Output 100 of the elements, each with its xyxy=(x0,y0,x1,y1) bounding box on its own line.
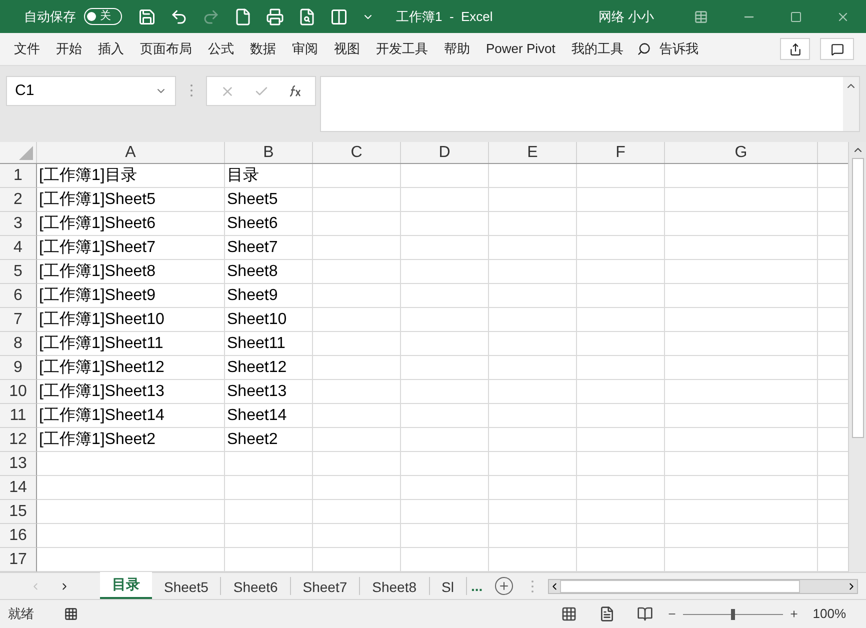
menu-tab[interactable]: 数据 xyxy=(242,36,284,62)
table-cell[interactable] xyxy=(401,380,489,404)
grip-icon[interactable] xyxy=(190,84,192,97)
table-cell[interactable] xyxy=(489,500,577,524)
sheet-tab[interactable]: Sheet8 xyxy=(360,577,430,595)
column-header[interactable]: F xyxy=(577,142,665,163)
table-cell[interactable] xyxy=(313,212,401,236)
menu-tab[interactable]: 文件 xyxy=(6,36,48,62)
table-cell[interactable] xyxy=(489,164,577,188)
table-cell[interactable]: [工作簿1]Sheet11 xyxy=(37,332,225,356)
table-cell[interactable]: Sheet5 xyxy=(225,188,313,212)
scrollbar-thumb[interactable] xyxy=(852,158,864,438)
menu-tab[interactable]: 插入 xyxy=(90,36,132,62)
share-button[interactable] xyxy=(780,38,810,60)
table-cell[interactable] xyxy=(401,524,489,548)
tell-me-button[interactable]: 告诉我 xyxy=(659,39,698,59)
table-cell[interactable] xyxy=(489,284,577,308)
table-cell[interactable] xyxy=(577,404,665,428)
table-cell[interactable] xyxy=(489,524,577,548)
table-cell[interactable] xyxy=(225,452,313,476)
table-cell[interactable] xyxy=(313,236,401,260)
page-break-icon[interactable] xyxy=(636,606,653,622)
macro-record-icon[interactable] xyxy=(64,607,78,621)
table-cell[interactable]: [工作簿1]Sheet7 xyxy=(37,236,225,260)
menu-tab[interactable]: 审阅 xyxy=(284,36,326,62)
table-cell[interactable] xyxy=(665,404,818,428)
table-cell[interactable]: [工作簿1]Sheet13 xyxy=(37,380,225,404)
undo-icon[interactable] xyxy=(170,8,188,26)
function-icon[interactable] xyxy=(288,85,302,97)
table-cell[interactable] xyxy=(665,284,818,308)
table-cell[interactable] xyxy=(665,476,818,500)
table-cell[interactable]: Sheet10 xyxy=(225,308,313,332)
table-cell[interactable]: [工作簿1]Sheet2 xyxy=(37,428,225,452)
table-cell[interactable] xyxy=(37,500,225,524)
table-cell[interactable] xyxy=(577,332,665,356)
horizontal-scrollbar[interactable] xyxy=(548,578,858,594)
table-cell[interactable]: [工作簿1]Sheet5 xyxy=(37,188,225,212)
table-cell[interactable] xyxy=(313,380,401,404)
table-cell[interactable] xyxy=(665,500,818,524)
table-cell[interactable] xyxy=(577,380,665,404)
autosave-toggle[interactable]: 关 xyxy=(84,8,122,25)
zoom-slider[interactable] xyxy=(682,608,783,620)
save-icon[interactable] xyxy=(138,8,156,26)
name-box[interactable]: C1 xyxy=(6,76,176,106)
table-cell[interactable] xyxy=(577,524,665,548)
table-cell[interactable] xyxy=(313,164,401,188)
table-cell[interactable] xyxy=(489,212,577,236)
new-file-icon[interactable] xyxy=(234,8,252,26)
table-cell[interactable] xyxy=(313,188,401,212)
table-cell[interactable] xyxy=(401,164,489,188)
table-cell[interactable]: Sheet12 xyxy=(225,356,313,380)
menu-tab[interactable]: 开始 xyxy=(48,36,90,62)
table-cell[interactable] xyxy=(665,332,818,356)
table-cell[interactable] xyxy=(665,452,818,476)
table-cell[interactable] xyxy=(489,452,577,476)
table-cell[interactable] xyxy=(577,260,665,284)
row-header[interactable]: 10 xyxy=(0,380,37,404)
table-cell[interactable] xyxy=(313,524,401,548)
menu-tab[interactable]: 公式 xyxy=(200,36,242,62)
sheet-tab[interactable]: 目录 xyxy=(100,572,152,599)
table-cell[interactable]: Sheet14 xyxy=(225,404,313,428)
table-cell[interactable] xyxy=(313,500,401,524)
table-cell[interactable] xyxy=(577,164,665,188)
sheet-tab[interactable]: Sheet6 xyxy=(221,577,291,595)
table-cell[interactable] xyxy=(37,452,225,476)
search-icon[interactable] xyxy=(637,42,652,56)
table-cell[interactable]: [工作簿1]Sheet9 xyxy=(37,284,225,308)
table-cell[interactable]: Sheet7 xyxy=(225,236,313,260)
table-cell[interactable]: Sheet2 xyxy=(225,428,313,452)
sheet-tab[interactable]: Sheet7 xyxy=(290,577,360,595)
table-cell[interactable]: [工作簿1]Sheet12 xyxy=(37,356,225,380)
table-cell[interactable] xyxy=(401,428,489,452)
sheet-tab[interactable]: Sheet5 xyxy=(152,577,222,595)
table-cell[interactable] xyxy=(401,212,489,236)
printer-icon[interactable] xyxy=(266,8,284,26)
table-cell[interactable] xyxy=(665,236,818,260)
table-cell[interactable] xyxy=(665,524,818,548)
table-cell[interactable] xyxy=(577,500,665,524)
ribbon-display-icon[interactable] xyxy=(694,10,708,24)
table-cell[interactable] xyxy=(313,452,401,476)
formula-field[interactable] xyxy=(320,76,860,132)
table-cell[interactable] xyxy=(313,332,401,356)
menu-tab[interactable]: 我的工具 xyxy=(563,36,632,62)
table-cell[interactable] xyxy=(489,476,577,500)
table-cell[interactable]: 目录 xyxy=(225,164,313,188)
row-header[interactable]: 2 xyxy=(0,188,37,212)
column-header[interactable]: G xyxy=(665,142,818,163)
table-cell[interactable]: Sheet9 xyxy=(225,284,313,308)
table-cell[interactable] xyxy=(489,404,577,428)
row-header[interactable]: 11 xyxy=(0,404,37,428)
table-cell[interactable] xyxy=(489,332,577,356)
table-cell[interactable] xyxy=(577,476,665,500)
comments-button[interactable] xyxy=(820,38,854,60)
table-cell[interactable] xyxy=(489,236,577,260)
table-cell[interactable] xyxy=(577,236,665,260)
table-cell[interactable]: Sheet8 xyxy=(225,260,313,284)
row-header[interactable]: 8 xyxy=(0,332,37,356)
table-cell[interactable] xyxy=(577,356,665,380)
row-header[interactable]: 3 xyxy=(0,212,37,236)
table-cell[interactable] xyxy=(665,260,818,284)
